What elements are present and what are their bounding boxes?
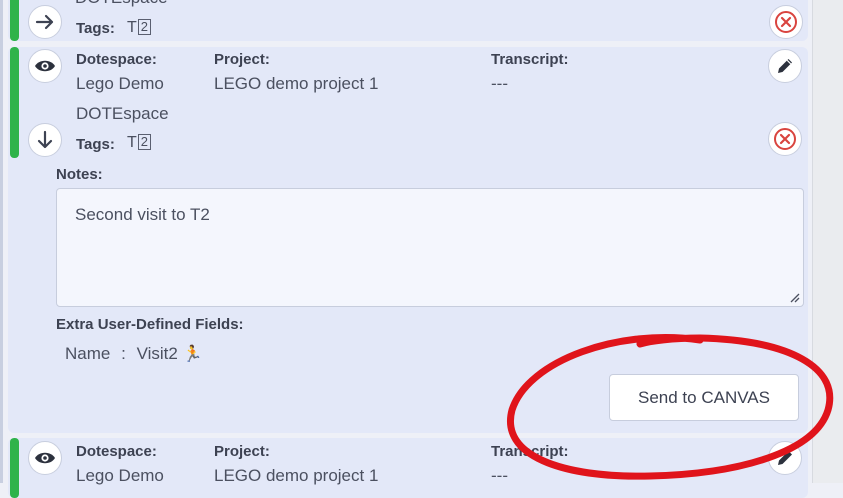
eye-icon	[35, 60, 55, 72]
edit-button[interactable]	[768, 441, 802, 475]
extra-fields-label: Extra User-Defined Fields:	[56, 316, 244, 333]
tags-label: Tags:	[76, 136, 115, 153]
resize-grip-icon[interactable]	[788, 291, 800, 303]
tags-label: Tags:	[76, 20, 115, 37]
transcript-value: ---	[491, 74, 508, 93]
extra-field-row: Name : Visit2 🏃	[65, 344, 202, 364]
tags-value: T2	[127, 19, 152, 37]
eye-icon	[35, 452, 55, 464]
project-label: Project:	[214, 51, 270, 68]
notes-textarea[interactable]: Second visit to T2	[56, 188, 804, 307]
dotespace-value: Lego Demo	[76, 74, 164, 93]
view-button[interactable]	[28, 441, 62, 475]
extra-field-value: Visit2	[136, 344, 178, 363]
project-value: LEGO demo project 1	[214, 74, 379, 93]
project-value: LEGO demo project 1	[214, 466, 379, 485]
navigate-button[interactable]	[28, 5, 62, 39]
delete-button[interactable]	[769, 5, 803, 39]
delete-button[interactable]	[768, 122, 802, 156]
extra-field-separator: :	[121, 344, 126, 363]
view-button[interactable]	[28, 49, 62, 83]
transcript-label: Transcript:	[491, 51, 569, 68]
entry-status-bar	[10, 0, 19, 41]
notes-label: Notes:	[56, 166, 103, 183]
scrollbar-track[interactable]	[812, 0, 843, 483]
collapse-button[interactable]	[28, 123, 62, 157]
close-circle-icon	[775, 11, 797, 33]
send-to-canvas-button[interactable]: Send to CANVAS	[609, 374, 799, 421]
runner-icon: 🏃	[182, 346, 203, 363]
entry-card-previous: DOTEspace Tags: T2	[8, 0, 808, 41]
dotespace-label: Dotespace:	[76, 443, 157, 460]
notes-text: Second visit to T2	[75, 205, 210, 224]
project-label: Project:	[214, 443, 270, 460]
transcript-value: ---	[491, 466, 508, 485]
arrow-down-icon	[37, 130, 53, 149]
arrow-right-icon	[35, 14, 54, 30]
dotespace-sub-value: DOTEspace	[76, 104, 169, 123]
edit-button[interactable]	[768, 49, 802, 83]
dotespace-sub-value: DOTEspace	[75, 0, 168, 8]
left-frame-border	[0, 0, 3, 483]
entry-status-bar	[10, 47, 19, 158]
close-circle-icon	[774, 128, 796, 150]
dotespace-value: Lego Demo	[76, 466, 164, 485]
dotespace-label: Dotespace:	[76, 51, 157, 68]
transcript-label: Transcript:	[491, 443, 569, 460]
pencil-icon	[778, 451, 792, 465]
entry-status-bar	[10, 438, 19, 498]
pencil-icon	[778, 59, 792, 73]
extra-field-name: Name	[65, 344, 111, 363]
tags-value: T2	[127, 134, 152, 152]
